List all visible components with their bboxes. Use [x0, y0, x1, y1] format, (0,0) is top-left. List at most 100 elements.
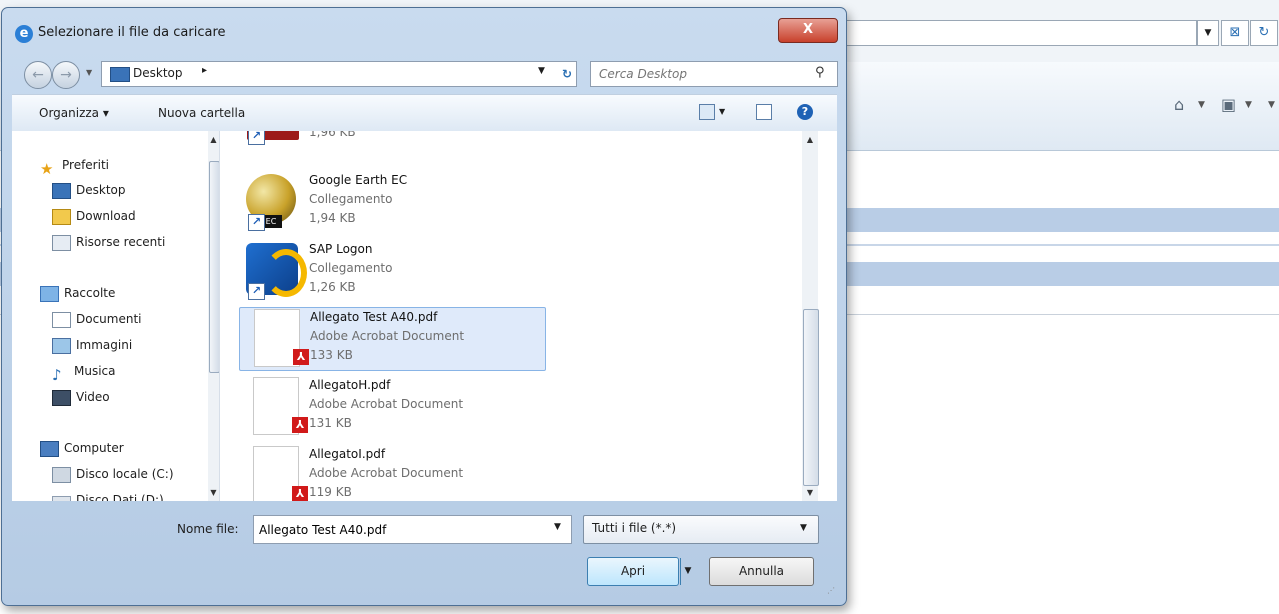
back-arrow-icon[interactable]: ←: [24, 61, 52, 89]
file-name: Allegato Test A40.pdf: [310, 310, 438, 324]
google-earth-icon: EC ↗: [243, 172, 299, 231]
sidebar-group-preferiti[interactable]: ★ Preferiti: [40, 155, 109, 178]
filename-combobox[interactable]: ▼: [253, 515, 572, 544]
browser-refresh-button[interactable]: ↻: [1250, 20, 1278, 46]
file-item[interactable]: ⅄ AllegatoI.pdf Adobe Acrobat Document 1…: [239, 445, 544, 501]
sidebar-group-raccolte[interactable]: Raccolte: [40, 283, 115, 303]
video-icon: [52, 389, 71, 406]
close-button[interactable]: X: [778, 18, 838, 43]
home-icon[interactable]: ⌂: [1174, 95, 1184, 114]
sidebar-group-label: Computer: [64, 441, 124, 455]
sidebar-item-musica[interactable]: ♪ Musica: [52, 361, 116, 384]
organize-button[interactable]: Organizza ▾: [39, 106, 109, 120]
scroll-down-arrow-icon[interactable]: ▼: [208, 488, 219, 497]
browser-address-bar[interactable]: [840, 20, 1197, 46]
local-disk-icon: [52, 466, 71, 483]
libraries-icon: [40, 285, 59, 302]
scroll-up-arrow-icon[interactable]: ▲: [208, 135, 219, 144]
rss-icon[interactable]: ▣: [1221, 95, 1236, 114]
shortcut-arrow-icon: ↗: [248, 214, 265, 231]
sidebar-item-label: Musica: [74, 364, 116, 378]
sidebar-item-recent[interactable]: Risorse recenti: [52, 232, 165, 252]
command-toolbar: Organizza ▾ Nuova cartella ▼ ?: [12, 94, 837, 133]
filename-input[interactable]: [254, 516, 551, 543]
compatibility-view-icon[interactable]: ⊠: [1221, 20, 1249, 46]
address-dropdown-icon[interactable]: ▼: [538, 66, 545, 76]
desktop-folder-icon: [110, 67, 130, 82]
navigation-bar: ← → ▼ Desktop ▸ ▼ ↻ ⚲: [2, 50, 846, 90]
scroll-down-arrow-icon[interactable]: ▼: [802, 488, 818, 497]
more-dropdown-icon[interactable]: ▼: [1268, 100, 1275, 110]
file-item[interactable]: EC ↗ Google Earth EC Collegamento 1,94 K…: [239, 171, 544, 233]
cancel-button[interactable]: Annulla: [709, 557, 814, 586]
filetype-select[interactable]: Tutti i file (*.*) ▼: [583, 515, 819, 544]
sidebar-item-desktop[interactable]: Desktop: [52, 180, 126, 200]
dialog-titlebar[interactable]: e Selezionare il file da caricare X: [2, 8, 846, 48]
search-input[interactable]: [591, 62, 811, 86]
home-dropdown-icon[interactable]: ▼: [1198, 100, 1205, 110]
file-name: Google Earth EC: [309, 173, 408, 187]
recent-places-icon: [52, 234, 71, 251]
file-item-selected[interactable]: ⅄ Allegato Test A40.pdf Adobe Acrobat Do…: [239, 307, 546, 371]
file-size: 1,26 KB: [309, 280, 356, 294]
file-item[interactable]: ⅄ AllegatoH.pdf Adobe Acrobat Document 1…: [239, 376, 544, 438]
file-type: Collegamento: [309, 192, 393, 206]
sidebar-item-disk-c[interactable]: Disco locale (C:): [52, 464, 174, 484]
address-breadcrumb[interactable]: Desktop ▸ ▼ ↻: [101, 61, 577, 87]
pictures-icon: [52, 337, 71, 354]
filename-dropdown-icon[interactable]: ▼: [554, 522, 561, 532]
filetype-value: Tutti i file (*.*): [592, 521, 677, 535]
download-folder-icon: [52, 208, 71, 225]
internet-explorer-icon: e: [15, 25, 33, 43]
navigation-scrollbar[interactable]: ▲ ▼: [208, 131, 219, 501]
refresh-icon[interactable]: ↻: [557, 63, 577, 85]
sidebar-item-label: Immagini: [76, 338, 133, 352]
views-dropdown-icon[interactable]: ▼: [719, 107, 725, 116]
file-type: Collegamento: [309, 261, 393, 275]
sidebar-item-download[interactable]: Download: [52, 206, 136, 226]
breadcrumb-desktop[interactable]: Desktop: [133, 66, 183, 80]
file-size: 119 KB: [309, 485, 352, 499]
forward-arrow-icon[interactable]: →: [52, 61, 80, 89]
sidebar-item-documenti[interactable]: Documenti: [52, 309, 142, 329]
help-icon[interactable]: ?: [797, 104, 813, 120]
file-item[interactable]: ↗ SAP Logon Collegamento 1,26 KB: [239, 240, 544, 302]
dialog-title: Selezionare il file da caricare: [38, 25, 226, 40]
new-folder-button[interactable]: Nuova cartella: [158, 106, 245, 120]
sidebar-group-computer[interactable]: Computer: [40, 438, 124, 458]
recent-locations-dropdown[interactable]: ▼: [86, 68, 92, 77]
file-open-dialog: e Selezionare il file da caricare X ← → …: [1, 7, 847, 606]
open-button[interactable]: Apri ▼: [587, 557, 691, 586]
filename-label: Nome file:: [177, 522, 239, 536]
pdf-thumbnail-icon: ⅄: [244, 309, 309, 367]
sidebar-group-label: Raccolte: [64, 286, 116, 300]
change-view-icon[interactable]: [699, 104, 715, 120]
open-split-dropdown-icon[interactable]: ▼: [680, 558, 695, 585]
file-name: AllegatoH.pdf: [309, 378, 391, 392]
star-icon: ★: [40, 159, 54, 178]
resize-grip-icon[interactable]: ⋰: [827, 586, 835, 595]
browser-address-dropdown[interactable]: ▼: [1197, 20, 1219, 46]
file-item[interactable]: ↗ 1,96 KB: [239, 131, 544, 147]
breadcrumb-chevron-icon[interactable]: ▸: [202, 65, 207, 76]
scrollbar-thumb[interactable]: [209, 161, 219, 373]
preview-pane-icon[interactable]: [756, 104, 772, 120]
sidebar-item-label: Documenti: [76, 312, 142, 326]
acrobat-badge-icon: ⅄: [293, 349, 309, 365]
documents-icon: [52, 311, 71, 328]
file-type: Adobe Acrobat Document: [309, 397, 464, 411]
search-box[interactable]: ⚲: [590, 61, 838, 87]
music-note-icon: ♪: [52, 365, 62, 384]
sidebar-item-label: Desktop: [76, 183, 126, 197]
rss-dropdown-icon[interactable]: ▼: [1245, 100, 1252, 110]
sidebar-item-video[interactable]: Video: [52, 387, 110, 407]
search-icon[interactable]: ⚲: [815, 65, 825, 80]
file-list-scrollbar[interactable]: ▲ ▼: [802, 131, 819, 501]
pdf-thumbnail-icon: ⅄: [243, 377, 308, 435]
navigation-pane: ★ Preferiti Desktop Download Risorse rece…: [12, 131, 220, 501]
scrollbar-thumb[interactable]: [803, 309, 819, 486]
filetype-dropdown-icon[interactable]: ▼: [800, 523, 807, 533]
sidebar-item-immagini[interactable]: Immagini: [52, 335, 132, 355]
sidebar-item-disk-d[interactable]: Disco Dati (D:): [52, 490, 164, 501]
scroll-up-arrow-icon[interactable]: ▲: [802, 135, 818, 144]
